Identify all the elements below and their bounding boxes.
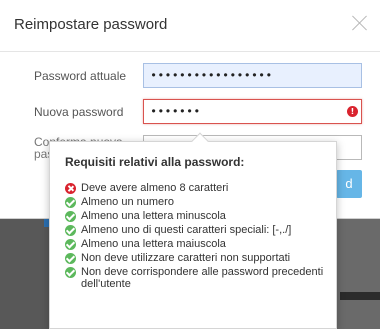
- requirement-item: Almeno una lettera maiuscola: [65, 238, 327, 250]
- dialog-header: Reimpostare password: [0, 0, 380, 52]
- requirement-text: Almeno una lettera maiuscola: [81, 238, 226, 250]
- popover-title: Requisiti relativi alla password:: [65, 155, 245, 169]
- requirement-item: Almeno un numero: [65, 196, 327, 208]
- requirement-item: Almeno uno di questi caratteri speciali:…: [65, 224, 327, 236]
- new-password-field[interactable]: [143, 99, 362, 124]
- requirement-item: Almeno una lettera minuscola: [65, 210, 327, 222]
- check-icon: [65, 197, 76, 208]
- requirements-list: Deve avere almeno 8 caratteri Almeno un n…: [65, 182, 327, 292]
- check-icon: [65, 267, 76, 278]
- check-icon: [65, 211, 76, 222]
- requirement-text: Almeno uno di questi caratteri speciali:…: [81, 224, 292, 236]
- check-icon: [65, 225, 76, 236]
- background-panel-left: [0, 219, 49, 329]
- requirement-text: Non deve utilizzare caratteri non suppor…: [81, 252, 291, 264]
- current-password-label: Password attuale: [34, 69, 127, 83]
- requirement-item: Non deve utilizzare caratteri non suppor…: [65, 252, 327, 264]
- requirement-item: Non deve corrispondere alle password pre…: [65, 266, 327, 290]
- error-x-icon: [65, 183, 76, 194]
- requirement-text: Almeno una lettera minuscola: [81, 210, 226, 222]
- current-password-field[interactable]: [143, 63, 362, 88]
- requirement-text: Almeno un numero: [81, 196, 174, 208]
- requirement-item: Deve avere almeno 8 caratteri: [65, 182, 327, 194]
- check-icon: [65, 239, 76, 250]
- new-password-label: Nuova password: [34, 105, 124, 119]
- confirm-button[interactable]: d: [336, 170, 362, 198]
- dialog-title: Reimpostare password: [14, 16, 168, 33]
- error-icon: !: [347, 106, 358, 117]
- requirement-text: Non deve corrispondere alle password pre…: [81, 266, 324, 290]
- background-dark-strip: [340, 292, 380, 300]
- check-icon: [65, 253, 76, 264]
- background-panel-right: [337, 219, 380, 329]
- requirement-text: Deve avere almeno 8 caratteri: [81, 182, 229, 194]
- password-requirements-popover: Requisiti relativi alla password: Deve a…: [49, 141, 337, 329]
- close-icon[interactable]: [350, 13, 370, 33]
